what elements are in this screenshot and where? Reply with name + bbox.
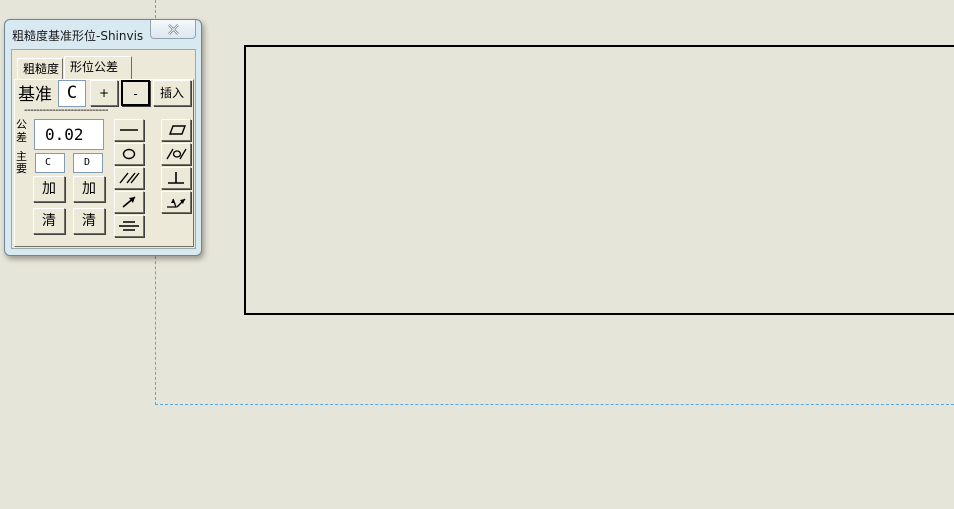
dialog-client-area: 粗糙度 形位公差 基准 C + - 插入 -------------------…: [11, 49, 196, 249]
primary-label: 主要: [16, 150, 27, 175]
dialog-titlebar[interactable]: 粗糙度基准形位-Shinvis: [5, 20, 201, 48]
datum-decrement-button[interactable]: -: [121, 80, 150, 106]
secondary-datum-input[interactable]: D: [73, 153, 103, 173]
drawing-rectangle[interactable]: [244, 45, 954, 315]
clear-primary-button[interactable]: 清: [33, 208, 65, 234]
page-boundary-horizontal: [155, 404, 954, 405]
circularity-icon: [122, 148, 136, 160]
insert-button[interactable]: 插入: [153, 80, 191, 106]
clear-secondary-button[interactable]: 清: [73, 208, 105, 234]
parallelism-button[interactable]: [114, 167, 144, 189]
symmetry-icon: [119, 221, 139, 231]
datum-label: 基准: [18, 85, 52, 105]
flatness-icon: [168, 125, 187, 135]
geometric-tolerance-panel: 基准 C + - 插入 --------------------------- …: [14, 79, 194, 247]
flatness-button[interactable]: [161, 119, 191, 141]
total-runout-button[interactable]: [161, 191, 191, 213]
add-primary-button[interactable]: 加: [33, 176, 65, 202]
close-icon: [168, 24, 179, 35]
circularity-button[interactable]: [114, 143, 144, 165]
datum-increment-button[interactable]: +: [90, 80, 118, 106]
parallelism-icon: [119, 172, 140, 184]
total-runout-icon: [167, 198, 186, 208]
close-button[interactable]: [150, 20, 196, 39]
datum-input[interactable]: C: [58, 80, 86, 107]
primary-datum-input[interactable]: C: [35, 153, 65, 173]
perpendicularity-icon: [168, 172, 184, 184]
perpendicularity-button[interactable]: [161, 167, 191, 189]
straightness-icon: [120, 129, 138, 131]
cylindricity-icon: [166, 148, 187, 160]
circular-runout-icon: [122, 196, 136, 208]
tolerance-dialog: 粗糙度基准形位-Shinvis 粗糙度 形位公差 基准 C + - 插入 ---…: [4, 19, 202, 256]
straightness-button[interactable]: [114, 119, 144, 141]
tolerance-value-input[interactable]: 0.02: [34, 119, 104, 150]
symmetry-button[interactable]: [114, 215, 144, 237]
add-secondary-button[interactable]: 加: [73, 176, 105, 202]
tolerance-label: 公差: [16, 118, 27, 144]
circular-runout-button[interactable]: [114, 191, 144, 213]
tab-roughness[interactable]: 粗糙度: [17, 58, 63, 79]
tab-geometric-tolerance[interactable]: 形位公差: [64, 56, 132, 79]
separator-line: ---------------------------: [24, 105, 108, 116]
cylindricity-button[interactable]: [161, 143, 191, 165]
dialog-title: 粗糙度基准形位-Shinvis: [12, 29, 144, 43]
